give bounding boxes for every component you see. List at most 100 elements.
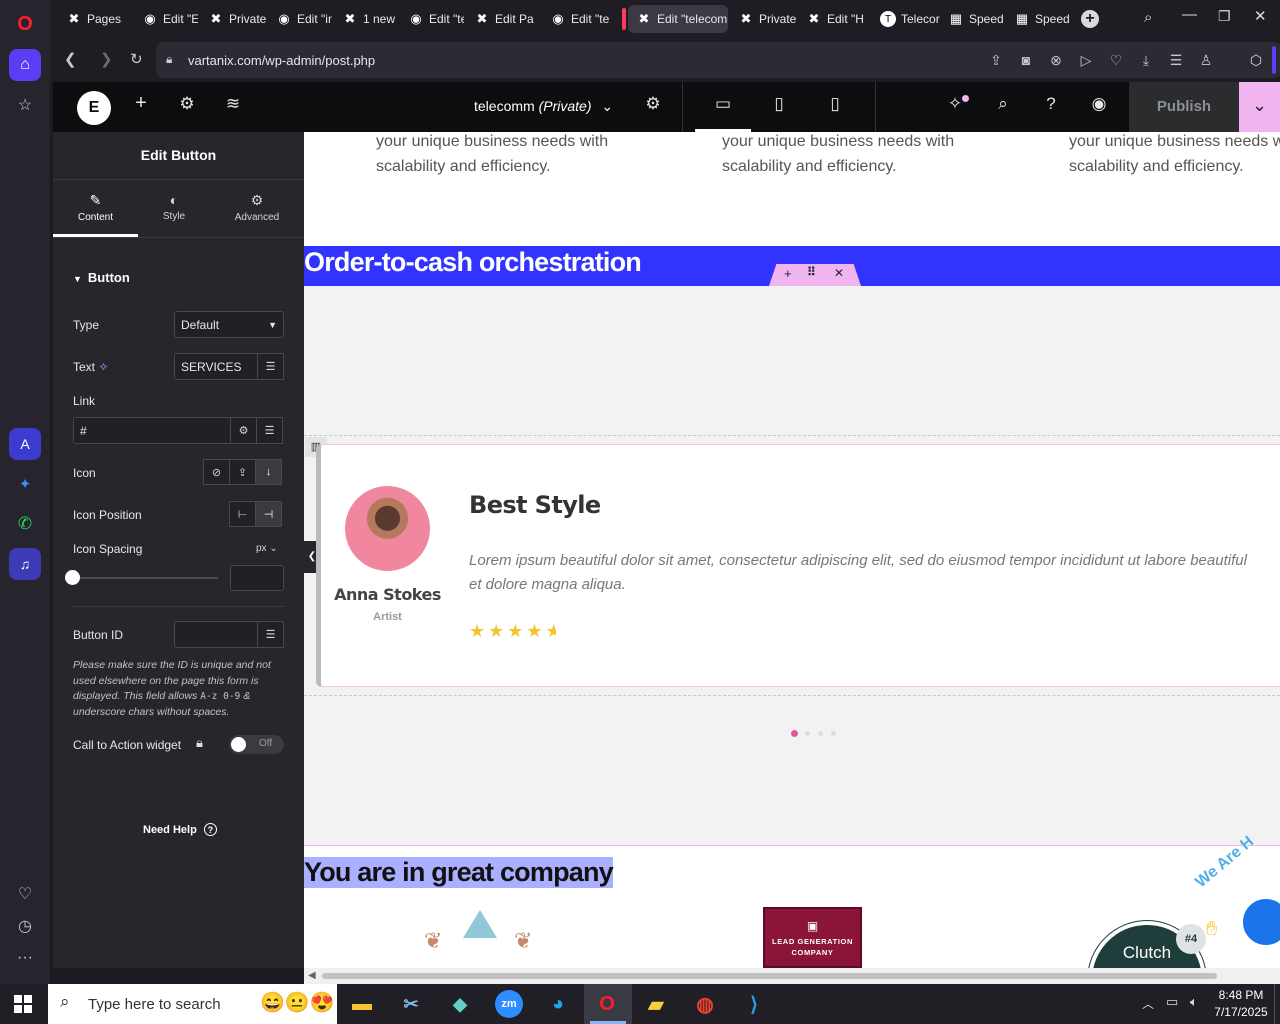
icon-position-before-icon[interactable]: ⊢ <box>229 501 256 527</box>
site-settings-icon[interactable]: ⚙︎ <box>175 94 199 114</box>
publish-button[interactable]: Publish <box>1129 82 1239 132</box>
forward-button[interactable]: ❯ <box>100 50 113 68</box>
opera-icon[interactable]: O <box>593 990 621 1018</box>
chat-bubble-icon[interactable] <box>1238 894 1280 950</box>
carousel-dot-active[interactable] <box>791 730 798 737</box>
network-icon[interactable]: ▭ <box>1166 994 1178 1010</box>
tab[interactable]: ✖ Edit Pa <box>466 5 540 33</box>
vscode-icon[interactable]: ⟩ <box>740 990 768 1018</box>
heart-icon[interactable]: ♡ <box>1106 52 1126 72</box>
publish-options-chevron-icon[interactable]: ⌄ <box>1239 82 1280 132</box>
star-icon[interactable]: ☆ <box>9 89 41 121</box>
tab[interactable]: ✖ Pages <box>58 5 132 33</box>
snipping-tool-icon[interactable]: ✂ <box>397 990 425 1018</box>
history-icon[interactable]: ◷ <box>9 910 41 942</box>
delete-section-icon[interactable]: ✕ <box>834 266 844 280</box>
dynamic-tags-icon[interactable]: ☰ <box>257 353 284 380</box>
button-id-input[interactable] <box>174 621 258 648</box>
desktop-view-icon[interactable]: ▭ <box>711 94 735 114</box>
tab[interactable]: T Telecor <box>872 5 940 33</box>
text-input[interactable]: SERVICES <box>174 353 258 380</box>
heart-icon[interactable]: ♡ <box>9 878 41 910</box>
snapshot-icon[interactable]: ◙ <box>1016 52 1036 72</box>
banner-heading[interactable]: Order-to-cash orchestration <box>304 247 642 278</box>
file-explorer-icon[interactable]: ▬ <box>348 990 376 1018</box>
structure-icon[interactable]: ≋ <box>221 94 245 114</box>
search-tabs-icon[interactable]: ⌕ <box>1144 9 1152 26</box>
tab-advanced[interactable]: ⚙︎ Advanced <box>213 180 301 237</box>
profile-icon[interactable]: ♙ <box>1196 52 1216 72</box>
upload-icon[interactable]: ⇪ <box>229 459 256 485</box>
search-icon[interactable]: ⌕ <box>991 94 1015 114</box>
share-icon[interactable]: ⇪ <box>986 52 1006 72</box>
help-icon[interactable]: ? <box>1039 94 1063 114</box>
link-input[interactable]: # <box>73 417 231 444</box>
dynamic-tags-icon[interactable]: ☰ <box>257 621 284 648</box>
tray-chevron-icon[interactable]: ︿ <box>1142 995 1154 1012</box>
tab[interactable]: ▦ Speed <box>1006 5 1072 33</box>
add-element-icon[interactable]: + <box>129 92 153 115</box>
page-title[interactable]: telecomm (Private) ⌄ <box>474 98 613 115</box>
drag-handle-icon[interactable]: ⠿ <box>807 265 816 279</box>
carousel-dot[interactable] <box>831 731 836 736</box>
chrome-icon[interactable]: ◍ <box>691 990 719 1018</box>
carousel-dot[interactable] <box>805 731 810 736</box>
tab[interactable]: ✖ Private <box>200 5 266 33</box>
url-text[interactable]: vartanix.com/wp-admin/post.php <box>188 53 375 68</box>
taskbar-search-box[interactable]: ⌕ Type here to search 😄😐😍 <box>48 984 337 1024</box>
type-select[interactable]: Default ▼ <box>174 311 284 338</box>
extensions-icon[interactable]: ⬡ <box>1242 46 1270 74</box>
back-button[interactable]: ❮ <box>64 50 77 68</box>
elementor-logo-icon[interactable]: E <box>77 91 111 125</box>
tablet-view-icon[interactable]: ▯ <box>767 94 791 114</box>
tab[interactable]: ◉ Edit "te <box>400 5 464 33</box>
tab[interactable]: ◉ Edit "in <box>268 5 332 33</box>
whatsapp-icon[interactable]: ✆ <box>9 508 41 540</box>
tab[interactable]: ◉ Edit "te <box>542 5 616 33</box>
dynamic-tags-icon[interactable]: ☰ <box>256 417 283 444</box>
spacing-slider-track[interactable] <box>73 577 218 579</box>
sticky-notes-icon[interactable]: ▰ <box>642 990 670 1018</box>
tab[interactable]: ✖ 1 new <box>334 5 398 33</box>
scrollbar-thumb[interactable] <box>322 973 1217 979</box>
link-options-gear-icon[interactable]: ⚙ <box>230 417 257 444</box>
section-header[interactable]: ▼ Button <box>73 270 130 285</box>
no-icon-icon[interactable]: ⊘ <box>203 459 230 485</box>
new-tab-button[interactable]: + <box>1081 10 1099 28</box>
volume-icon[interactable]: 🔈︎ <box>1190 994 1198 1010</box>
clock[interactable]: 8:48 PM 7/17/2025 <box>1212 988 1270 1019</box>
app-icon[interactable]: ◆ <box>446 990 474 1018</box>
windows-start-icon[interactable] <box>14 995 32 1013</box>
tab-active[interactable]: ✖ Edit "telecom <box>628 5 728 33</box>
scroll-left-icon[interactable]: ◀ <box>308 970 316 981</box>
tab-content[interactable]: ✎ Content <box>53 180 138 237</box>
reload-button[interactable]: ↻ <box>130 50 143 68</box>
spacing-input[interactable] <box>230 565 284 591</box>
home-icon[interactable]: ⌂ <box>9 49 41 81</box>
minimize-button[interactable]: — <box>1182 6 1197 23</box>
need-help-link[interactable]: Need Help ? <box>143 823 217 836</box>
more-icon[interactable]: ··· <box>9 942 41 974</box>
arrow-down-icon[interactable]: ↓ <box>255 459 282 485</box>
unit-select[interactable]: px ⌄ <box>256 543 278 554</box>
zoom-icon[interactable]: zm <box>495 990 523 1018</box>
player-icon[interactable]: ▷ <box>1076 52 1096 72</box>
edge-icon[interactable]: ◕ <box>544 990 572 1018</box>
close-window-button[interactable]: ✕ <box>1254 7 1267 25</box>
testimonial-card[interactable]: Anna Stokes Artist Best Style Lorem ipsu… <box>316 444 1280 687</box>
mobile-view-icon[interactable]: ▯ <box>823 94 847 114</box>
icon-position-after-icon[interactable]: ⊣ <box>255 501 282 527</box>
company-heading[interactable]: You are in great company <box>304 857 614 888</box>
tab[interactable]: ▦ Speed <box>940 5 1006 33</box>
tab[interactable]: ✖ Private <box>730 5 796 33</box>
horizontal-scrollbar[interactable]: ◀ <box>304 968 1280 984</box>
adblock-icon[interactable]: ⊗ <box>1046 52 1066 72</box>
section-handle[interactable]: + ⠿ ✕ <box>769 264 861 286</box>
ai-sparkle-icon[interactable]: ✧ <box>98 360 108 374</box>
aria-icon[interactable]: A <box>9 428 41 460</box>
tab-style[interactable]: ◐ Style <box>138 180 210 237</box>
opera-logo-icon[interactable]: O <box>9 8 41 40</box>
page-settings-icon[interactable]: ⚙︎ <box>641 94 665 114</box>
tab[interactable]: ◉ Edit "El <box>134 5 198 33</box>
easy-setup-icon[interactable]: ☰ <box>1166 52 1186 72</box>
